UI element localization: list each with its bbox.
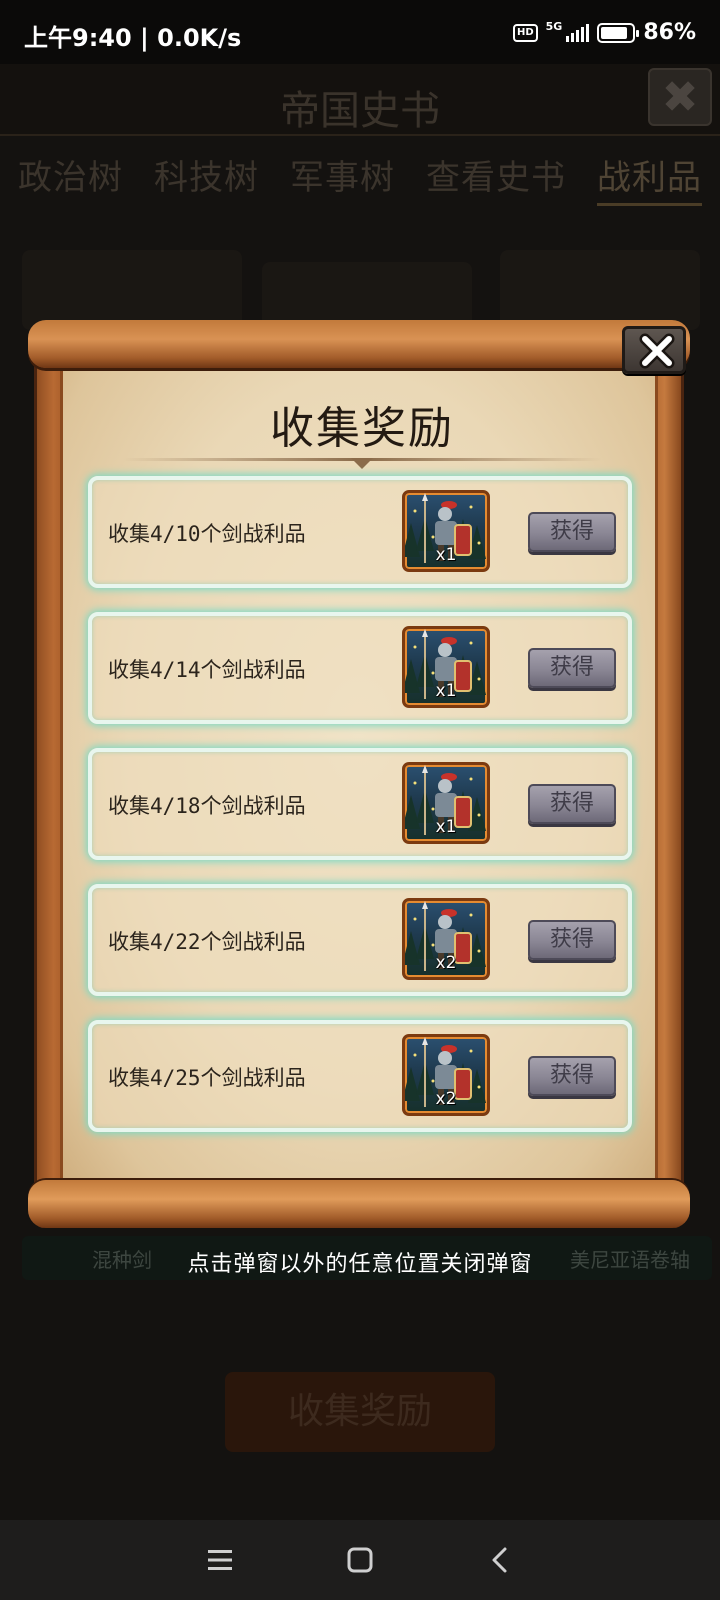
reward-quantity: x1 [435,817,457,837]
background-card [500,250,700,330]
background-collect-button: 收集奖励 [225,1372,495,1452]
claim-button[interactable]: 获得 [528,920,616,960]
menu-icon [208,1550,232,1570]
reward-row: 收集4/14个剑战利品 x1 获得 [88,612,632,724]
reward-quantity: x2 [435,1089,457,1109]
reward-label: 收集4/10个剑战利品 [108,522,306,546]
claim-button[interactable]: 获得 [528,512,616,552]
background-header: 帝国史书 ✖ [0,64,720,136]
signal-icon [566,23,590,42]
title-notch [351,458,373,469]
background-close-button: ✖ [648,68,712,126]
reward-quantity: x1 [435,545,457,565]
background-card [22,250,242,330]
network-type: 5G [545,20,563,33]
menu-button[interactable] [200,1540,240,1580]
back-button[interactable] [480,1540,520,1580]
soldier-icon[interactable]: x2 [402,1034,490,1116]
reward-quantity: x2 [435,953,457,973]
reward-row: 收集4/25个剑战利品 x2 获得 [88,1020,632,1132]
claim-button[interactable]: 获得 [528,784,616,824]
reward-label: 收集4/25个剑战利品 [108,1066,306,1090]
status-icons: HD 5G 86% [512,20,696,45]
reward-row: 收集4/10个剑战利品 x1 获得 [88,476,632,588]
reward-label: 收集4/14个剑战利品 [108,658,306,682]
reward-quantity: x1 [435,681,457,701]
reward-label: 收集4/22个剑战利品 [108,930,306,954]
tab-politics: 政治树 [18,158,123,198]
soldier-icon[interactable]: x1 [402,626,490,708]
home-button[interactable] [340,1540,380,1580]
soldier-icon[interactable]: x1 [402,490,490,572]
claim-button[interactable]: 获得 [528,1056,616,1096]
battery-percent: 86% [643,20,696,45]
background-title: 帝国史书 [280,88,440,134]
dismiss-hint: 点击弹窗以外的任意位置关闭弹窗 [187,1252,533,1277]
scroll-rod-bottom [28,1180,690,1228]
close-button[interactable] [622,326,686,374]
claim-button[interactable]: 获得 [528,648,616,688]
reward-label: 收集4/18个剑战利品 [108,794,306,818]
background-tabs: 政治树 科技树 军事树 查看史书 战利品 [0,140,720,212]
dialog-title: 收集奖励 [270,403,454,454]
tab-military: 军事树 [290,158,395,198]
reward-row: 收集4/18个剑战利品 x1 获得 [88,748,632,860]
battery-icon [597,22,640,43]
tab-spoils: 战利品 [597,140,702,206]
back-icon [492,1547,507,1573]
hd-icon: HD [512,23,538,42]
close-icon [639,333,675,369]
system-navbar [0,1520,720,1600]
soldier-icon[interactable]: x2 [402,898,490,980]
tab-technology: 科技树 [154,158,259,198]
soldier-icon[interactable]: x1 [402,762,490,844]
status-time: 上午9:40 | 0.0K/s [24,24,242,52]
home-icon [347,1547,373,1573]
scroll-rod-top [28,320,690,368]
screen: 上午9:40 | 0.0K/s HD 5G 86% 帝国史书 ✖ 政治树 科技树… [0,0,720,1600]
reward-row: 收集4/22个剑战利品 x2 获得 [88,884,632,996]
tab-history: 查看史书 [426,158,566,198]
status-bar: 上午9:40 | 0.0K/s HD 5G 86% [0,0,720,64]
